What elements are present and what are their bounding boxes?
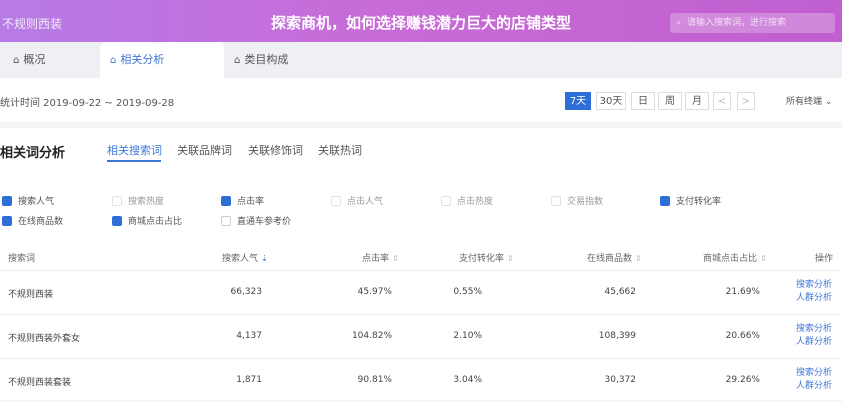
subtab-brand[interactable]: 关联品牌词 <box>177 142 232 158</box>
checkbox-unchecked <box>331 195 341 206</box>
related-words-panel: 相关词分析 相关搜索词 关联品牌词 关联修饰词 关联热词 搜索人气 搜索热度 点… <box>0 128 842 400</box>
metric-checkbox[interactable]: 点击热度 <box>441 195 493 208</box>
metric-checkbox[interactable]: 交易指数 <box>551 195 603 208</box>
checkbox-checked <box>221 195 231 206</box>
checkbox-unchecked <box>441 195 451 206</box>
chevron-down-icon: ⌄ <box>824 97 833 107</box>
column-header-mall-share[interactable]: 商城点击占比 ⇕ <box>703 251 767 264</box>
stat-period: 统计时间 2019-09-22 ~ 2019-09-28 <box>0 98 175 109</box>
checkbox-checked <box>112 215 122 226</box>
sort-icon: ⇕ <box>392 254 399 263</box>
subtab-hot[interactable]: 关联热词 <box>318 142 362 158</box>
table-row: 不规则西装外套女 4,137 104.82% 2.10% 108,399 20.… <box>0 314 842 358</box>
table-row: 不规则西装 66,323 45.97% 0.55% 45,662 21.69% … <box>0 270 842 314</box>
cell-mall-share: 20.66% <box>725 331 760 341</box>
cell-ctr: 90.81% <box>357 375 392 385</box>
metric-checkbox[interactable]: 搜索热度 <box>112 195 164 208</box>
row-actions: 搜索分析 人群分析 <box>796 279 832 305</box>
cell-term: 不规则西装 <box>8 290 54 300</box>
column-header-term: 搜索词 <box>8 254 36 264</box>
column-header-conversion[interactable]: 支付转化率 ⇕ <box>459 251 514 264</box>
section-title: 相关词分析 <box>0 146 66 161</box>
column-header-products[interactable]: 在线商品数 ⇕ <box>587 251 642 264</box>
crowd-analysis-link[interactable]: 人群分析 <box>796 336 832 349</box>
subtab-underline <box>107 160 161 162</box>
subtab-modifier[interactable]: 关联修饰词 <box>248 142 303 158</box>
checkbox-unchecked <box>551 195 561 206</box>
metric-checkbox[interactable]: 点击人气 <box>331 195 383 208</box>
sort-icon: ⇕ <box>635 254 642 263</box>
tab-overview[interactable]: ⌂ 概况 <box>3 42 55 78</box>
range-30d-button[interactable]: 30天 <box>596 92 626 110</box>
column-header-ops: 操作 <box>815 254 834 264</box>
search-analysis-link[interactable]: 搜索分析 <box>796 323 832 336</box>
column-header-ctr[interactable]: 点击率 ⇕ <box>362 251 399 264</box>
checkbox-unchecked <box>221 215 231 226</box>
range-day-button[interactable]: 日 <box>631 92 655 110</box>
range-week-button[interactable]: 周 <box>658 92 682 110</box>
cell-conversion: 3.04% <box>453 375 482 385</box>
sort-icon: ⇣ <box>261 254 268 263</box>
row-actions: 搜索分析 人群分析 <box>796 367 832 393</box>
cell-conversion: 0.55% <box>453 287 482 297</box>
home-icon: ⌂ <box>13 55 20 66</box>
metric-checkbox[interactable]: 支付转化率 <box>660 195 721 208</box>
metric-checkbox[interactable]: 搜索人气 <box>2 195 54 208</box>
search-icon: ⌕ <box>676 18 682 28</box>
metric-checkbox[interactable]: 在线商品数 <box>2 215 63 228</box>
crowd-analysis-link[interactable]: 人群分析 <box>796 292 832 305</box>
home-icon: ⌂ <box>234 55 241 66</box>
range-7d-button[interactable]: 7天 <box>565 92 591 110</box>
cell-ctr: 104.82% <box>351 331 392 341</box>
search-analysis-link[interactable]: 搜索分析 <box>796 367 832 380</box>
column-header-popularity[interactable]: 搜索人气 ⇣ <box>222 251 268 264</box>
date-bar: 统计时间 2019-09-22 ~ 2019-09-28 7天 30天 日 周 … <box>0 78 842 122</box>
tab-category[interactable]: ⌂ 类目构成 <box>224 42 298 78</box>
subtab-related-search[interactable]: 相关搜索词 <box>107 142 162 158</box>
tab-related-analysis[interactable]: ⌂ 相关分析 <box>100 42 224 78</box>
cell-term: 不规则西装套装 <box>8 378 72 388</box>
range-month-button[interactable]: 月 <box>685 92 709 110</box>
metric-checkbox[interactable]: 直通车参考价 <box>221 215 291 228</box>
row-actions: 搜索分析 人群分析 <box>796 323 832 349</box>
checkbox-checked <box>660 195 670 206</box>
sort-icon: ⇕ <box>507 254 514 263</box>
checkbox-unchecked <box>112 195 122 206</box>
top-bar: 不规则西装 探索商机，如何选择赚钱潜力巨大的店铺类型 ⌕ 请输入搜索词，进行搜索 <box>0 0 842 42</box>
metric-checkbox[interactable]: 点击率 <box>221 195 264 208</box>
cell-products: 108,399 <box>598 331 636 341</box>
cell-mall-share: 21.69% <box>725 287 760 297</box>
table-row: 不规则西装套装 1,871 90.81% 3.04% 30,372 29.26%… <box>0 358 842 402</box>
crowd-analysis-link[interactable]: 人群分析 <box>796 380 832 393</box>
cell-ctr: 45.97% <box>357 287 392 297</box>
search-input[interactable]: ⌕ 请输入搜索词，进行搜索 <box>670 13 835 33</box>
terminal-select[interactable]: 所有终端 ⌄ <box>786 94 832 107</box>
cell-popularity: 66,323 <box>230 287 263 297</box>
checkbox-checked <box>2 215 12 226</box>
cell-products: 30,372 <box>604 375 637 385</box>
metric-checkbox[interactable]: 商城点击占比 <box>112 215 182 228</box>
prev-period-button[interactable]: < <box>713 92 731 110</box>
cell-term: 不规则西装外套女 <box>8 334 81 344</box>
checkbox-checked <box>2 195 12 206</box>
cell-popularity: 4,137 <box>236 331 262 341</box>
search-analysis-link[interactable]: 搜索分析 <box>796 279 832 292</box>
cell-mall-share: 29.26% <box>725 375 760 385</box>
main-tabs: ⌂ 概况 ⌂ 相关分析 ⌂ 类目构成 <box>0 42 842 78</box>
home-icon: ⌂ <box>110 55 117 66</box>
search-placeholder: 请输入搜索词，进行搜索 <box>687 18 787 28</box>
cell-popularity: 1,871 <box>236 375 262 385</box>
sort-icon: ⇕ <box>760 254 767 263</box>
cell-conversion: 2.10% <box>453 331 482 341</box>
next-period-button[interactable]: > <box>737 92 755 110</box>
cell-products: 45,662 <box>604 287 637 297</box>
